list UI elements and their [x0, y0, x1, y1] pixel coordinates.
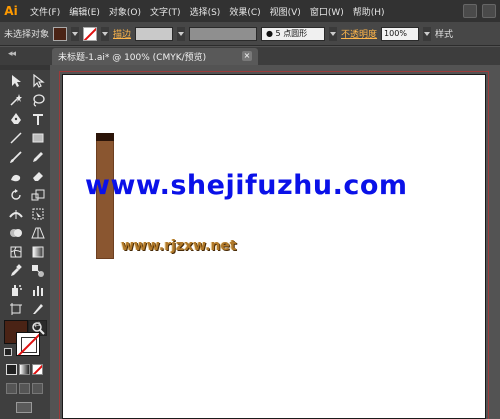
- fill-color-swatch[interactable]: [53, 26, 68, 41]
- tool-grid: [0, 70, 50, 336]
- stroke-color-swatch[interactable]: [83, 26, 98, 41]
- type-tool-icon[interactable]: [28, 111, 47, 127]
- selection-status: 未选择对象: [4, 30, 50, 40]
- draw-behind-icon[interactable]: [19, 383, 30, 394]
- eyedropper-tool-icon[interactable]: [6, 263, 25, 279]
- app-logo: Ai: [4, 4, 18, 18]
- free-transform-tool-icon[interactable]: [28, 206, 47, 222]
- color-mode-icon[interactable]: [6, 364, 17, 375]
- opacity-field[interactable]: 100%: [381, 26, 420, 41]
- stroke-weight-field[interactable]: [135, 26, 174, 41]
- menu-object[interactable]: 对象(O): [109, 5, 141, 18]
- tools-panel: ⇄: [0, 65, 50, 419]
- watermark-text: www.shejifuzhu.com: [85, 170, 408, 201]
- scale-tool-icon[interactable]: [28, 187, 47, 203]
- lasso-tool-icon[interactable]: [28, 92, 47, 108]
- menu-file[interactable]: 文件(F): [30, 5, 60, 18]
- stroke-dropdown-icon[interactable]: [101, 26, 110, 41]
- stroke-color-box[interactable]: [16, 332, 40, 356]
- document-tab[interactable]: 未标题-1.ai* @ 100% (CMYK/预览) ×: [52, 48, 258, 65]
- opacity-dropdown-icon[interactable]: [423, 26, 432, 41]
- pen-tool-icon[interactable]: [6, 111, 25, 127]
- panel-collapse-icon[interactable]: ◂◂: [8, 49, 16, 59]
- gradient-mode-icon[interactable]: [19, 364, 30, 375]
- document-tab-bar: ◂◂ 未标题-1.ai* @ 100% (CMYK/预览) ×: [0, 47, 500, 65]
- opacity-panel-link[interactable]: 不透明度: [341, 27, 377, 40]
- line-segment-tool-icon[interactable]: [6, 130, 25, 146]
- draw-normal-icon[interactable]: [6, 383, 17, 394]
- artboard-tool-icon[interactable]: [6, 301, 25, 317]
- rotate-tool-icon[interactable]: [6, 187, 25, 203]
- control-bar: 未选择对象 描边 ● 5 点圆形 不透明度 100% 样式: [0, 22, 500, 46]
- watermark-small-text: www.rjzxw.net: [121, 238, 237, 254]
- menu-effect[interactable]: 效果(C): [229, 5, 260, 18]
- wood-plank-top-band[interactable]: [96, 133, 114, 141]
- slice-tool-icon[interactable]: [28, 301, 47, 317]
- symbol-sprayer-tool-icon[interactable]: [6, 282, 25, 298]
- drawing-mode-row: [6, 383, 43, 394]
- column-graph-tool-icon[interactable]: [28, 282, 47, 298]
- menu-view[interactable]: 视图(V): [270, 5, 301, 18]
- brush-dropdown-icon[interactable]: [329, 26, 338, 41]
- menu-window[interactable]: 窗口(W): [310, 5, 344, 18]
- draw-inside-icon[interactable]: [32, 383, 43, 394]
- pencil-tool-icon[interactable]: [28, 149, 47, 165]
- eraser-tool-icon[interactable]: [28, 168, 47, 184]
- magic-wand-tool-icon[interactable]: [6, 92, 25, 108]
- color-mode-row: [6, 364, 43, 375]
- blob-brush-tool-icon[interactable]: [6, 168, 25, 184]
- menu-edit[interactable]: 编辑(E): [69, 5, 100, 18]
- shape-builder-tool-icon[interactable]: [6, 225, 25, 241]
- menu-bar: Ai 文件(F) 编辑(E) 对象(O) 文字(T) 选择(S) 效果(C) 视…: [0, 0, 500, 22]
- width-tool-icon[interactable]: [6, 206, 25, 222]
- menu-select[interactable]: 选择(S): [190, 5, 221, 18]
- rectangle-tool-icon[interactable]: [28, 130, 47, 146]
- stroke-weight-dropdown-icon[interactable]: [177, 26, 186, 41]
- menu-icon-group: [463, 4, 500, 18]
- canvas-area[interactable]: www.shejifuzhu.com www.rjzxw.net: [50, 65, 500, 419]
- variable-width-profile[interactable]: [189, 26, 258, 41]
- selection-tool-icon[interactable]: [6, 73, 25, 89]
- fill-dropdown-icon[interactable]: [71, 26, 80, 41]
- document-tab-title: 未标题-1.ai* @ 100% (CMYK/预览): [58, 53, 207, 63]
- screen-mode-icon[interactable]: [16, 402, 32, 413]
- gradient-tool-icon[interactable]: [28, 244, 47, 260]
- menu-help[interactable]: 帮助(H): [353, 5, 385, 18]
- bridge-icon[interactable]: [463, 4, 477, 18]
- blend-tool-icon[interactable]: [28, 263, 47, 279]
- menu-type[interactable]: 文字(T): [150, 5, 181, 18]
- default-fill-stroke-icon[interactable]: [4, 348, 12, 356]
- fill-stroke-controls: ⇄: [4, 320, 48, 360]
- arrange-documents-icon[interactable]: [482, 4, 496, 18]
- style-label[interactable]: 样式: [435, 27, 453, 40]
- direct-selection-tool-icon[interactable]: [28, 73, 47, 89]
- paintbrush-tool-icon[interactable]: [6, 149, 25, 165]
- perspective-grid-tool-icon[interactable]: [28, 225, 47, 241]
- artboard[interactable]: www.shejifuzhu.com www.rjzxw.net: [62, 74, 486, 419]
- stroke-panel-link[interactable]: 描边: [113, 27, 131, 40]
- close-tab-icon[interactable]: ×: [242, 51, 252, 61]
- swap-fill-stroke-icon[interactable]: ⇄: [34, 320, 41, 329]
- mesh-tool-icon[interactable]: [6, 244, 25, 260]
- brush-definition[interactable]: ● 5 点圆形: [261, 26, 326, 41]
- none-mode-icon[interactable]: [32, 364, 43, 375]
